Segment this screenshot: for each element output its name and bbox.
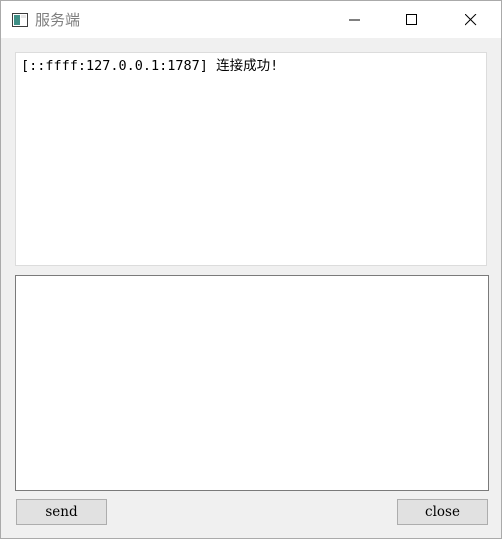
window-app-icon	[12, 12, 28, 27]
title-bar[interactable]: 服务端	[1, 1, 501, 38]
app-window: 服务端 [::ffff:127.0.0.1:1787] 连接成功! send c…	[0, 0, 502, 539]
close-button[interactable]: close	[397, 499, 488, 525]
maximize-icon	[406, 14, 417, 25]
close-icon	[465, 14, 477, 26]
message-input[interactable]	[15, 275, 489, 491]
message-log[interactable]: [::ffff:127.0.0.1:1787] 连接成功!	[15, 52, 487, 266]
send-button[interactable]: send	[16, 499, 107, 525]
minimize-button[interactable]	[332, 1, 378, 38]
maximize-button[interactable]	[389, 1, 435, 38]
window-title: 服务端	[35, 11, 81, 29]
minimize-icon	[349, 19, 360, 21]
close-window-button[interactable]	[448, 1, 494, 38]
